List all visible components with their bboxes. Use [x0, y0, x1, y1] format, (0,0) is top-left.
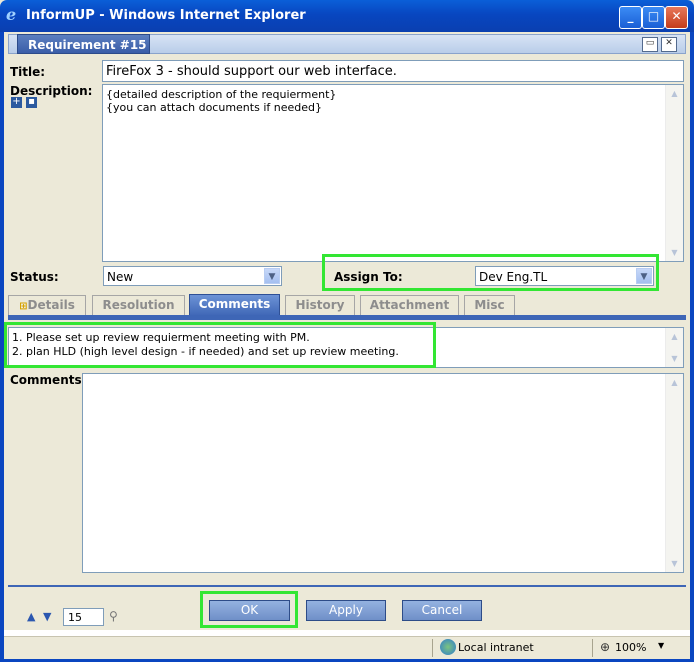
window-title: InformUP - Windows Internet Explorer	[26, 8, 306, 23]
security-zone: Local intranet	[458, 641, 534, 654]
ok-highlight	[200, 591, 298, 628]
next-record-icon[interactable]: ▼	[43, 610, 51, 623]
comments-scrollbar[interactable]: ▲ ▼	[665, 374, 683, 572]
scroll-down-icon[interactable]: ▼	[668, 246, 681, 259]
cancel-button[interactable]: Cancel	[402, 600, 482, 621]
tab-details[interactable]: ⊞Details	[8, 295, 86, 315]
comments-label: Comments:	[10, 373, 87, 387]
scroll-up-icon[interactable]: ▲	[668, 330, 681, 343]
close-window-icon[interactable]: ✕	[665, 6, 688, 29]
apply-button[interactable]: Apply	[306, 600, 386, 621]
expand-box-icon: ⊞	[19, 301, 28, 312]
zoom-icon[interactable]: ⊕	[600, 640, 610, 654]
chevron-down-icon[interactable]: ▼	[264, 268, 280, 284]
scroll-up-icon[interactable]: ▲	[668, 87, 681, 100]
chevron-down-icon[interactable]: ▼	[658, 641, 664, 650]
status-select[interactable]: New ▼	[103, 266, 282, 286]
status-separator	[592, 639, 593, 657]
prev-record-icon[interactable]: ▲	[27, 610, 35, 623]
scroll-up-icon[interactable]: ▲	[668, 376, 681, 389]
description-label: Description:	[10, 84, 93, 98]
description-textarea[interactable]: {detailed description of the requierment…	[102, 84, 684, 262]
collapse-icon[interactable]: ▪	[26, 97, 37, 108]
page-number-input[interactable]: 15	[63, 608, 104, 626]
restore-panel-icon[interactable]: ▭	[642, 37, 658, 52]
history-scrollbar[interactable]: ▲ ▼	[665, 328, 683, 367]
requirement-tab[interactable]: Requirement #15	[17, 34, 150, 54]
close-panel-icon[interactable]: ✕	[661, 37, 677, 52]
tab-attachment[interactable]: Attachment	[360, 295, 459, 315]
globe-icon	[440, 639, 456, 655]
scroll-down-icon[interactable]: ▼	[668, 352, 681, 365]
zoom-level[interactable]: 100%	[615, 641, 646, 654]
search-icon[interactable]: ⚲	[109, 609, 118, 623]
tab-misc[interactable]: Misc	[464, 295, 515, 315]
ie-logo-icon: e	[6, 5, 17, 24]
footer-divider	[8, 585, 686, 587]
tab-details-label: Details	[27, 298, 75, 312]
scroll-down-icon[interactable]: ▼	[668, 557, 681, 570]
window-title-bar[interactable]: e InformUP - Windows Internet Explorer _…	[0, 0, 694, 32]
tab-resolution[interactable]: Resolution	[92, 295, 185, 315]
maximize-icon[interactable]: □	[642, 6, 665, 29]
history-highlight	[4, 322, 436, 368]
assign-highlight	[322, 254, 659, 291]
tab-comments[interactable]: Comments	[189, 294, 280, 316]
description-text: {detailed description of the requierment…	[106, 88, 337, 114]
status-value: New	[107, 270, 134, 284]
tab-underline	[8, 315, 686, 320]
expand-icon[interactable]: +	[11, 97, 22, 108]
status-label: Status:	[10, 270, 59, 284]
description-scrollbar[interactable]: ▲ ▼	[665, 85, 683, 261]
tab-history[interactable]: History	[285, 295, 355, 315]
minimize-icon[interactable]: _	[619, 6, 642, 29]
comments-textarea[interactable]: ▲ ▼	[82, 373, 684, 573]
title-label: Title:	[10, 65, 46, 79]
status-bar: Local intranet ⊕ 100% ▼	[4, 636, 690, 659]
status-separator	[432, 639, 433, 657]
title-input[interactable]: FireFox 3 - should support our web inter…	[102, 60, 684, 82]
